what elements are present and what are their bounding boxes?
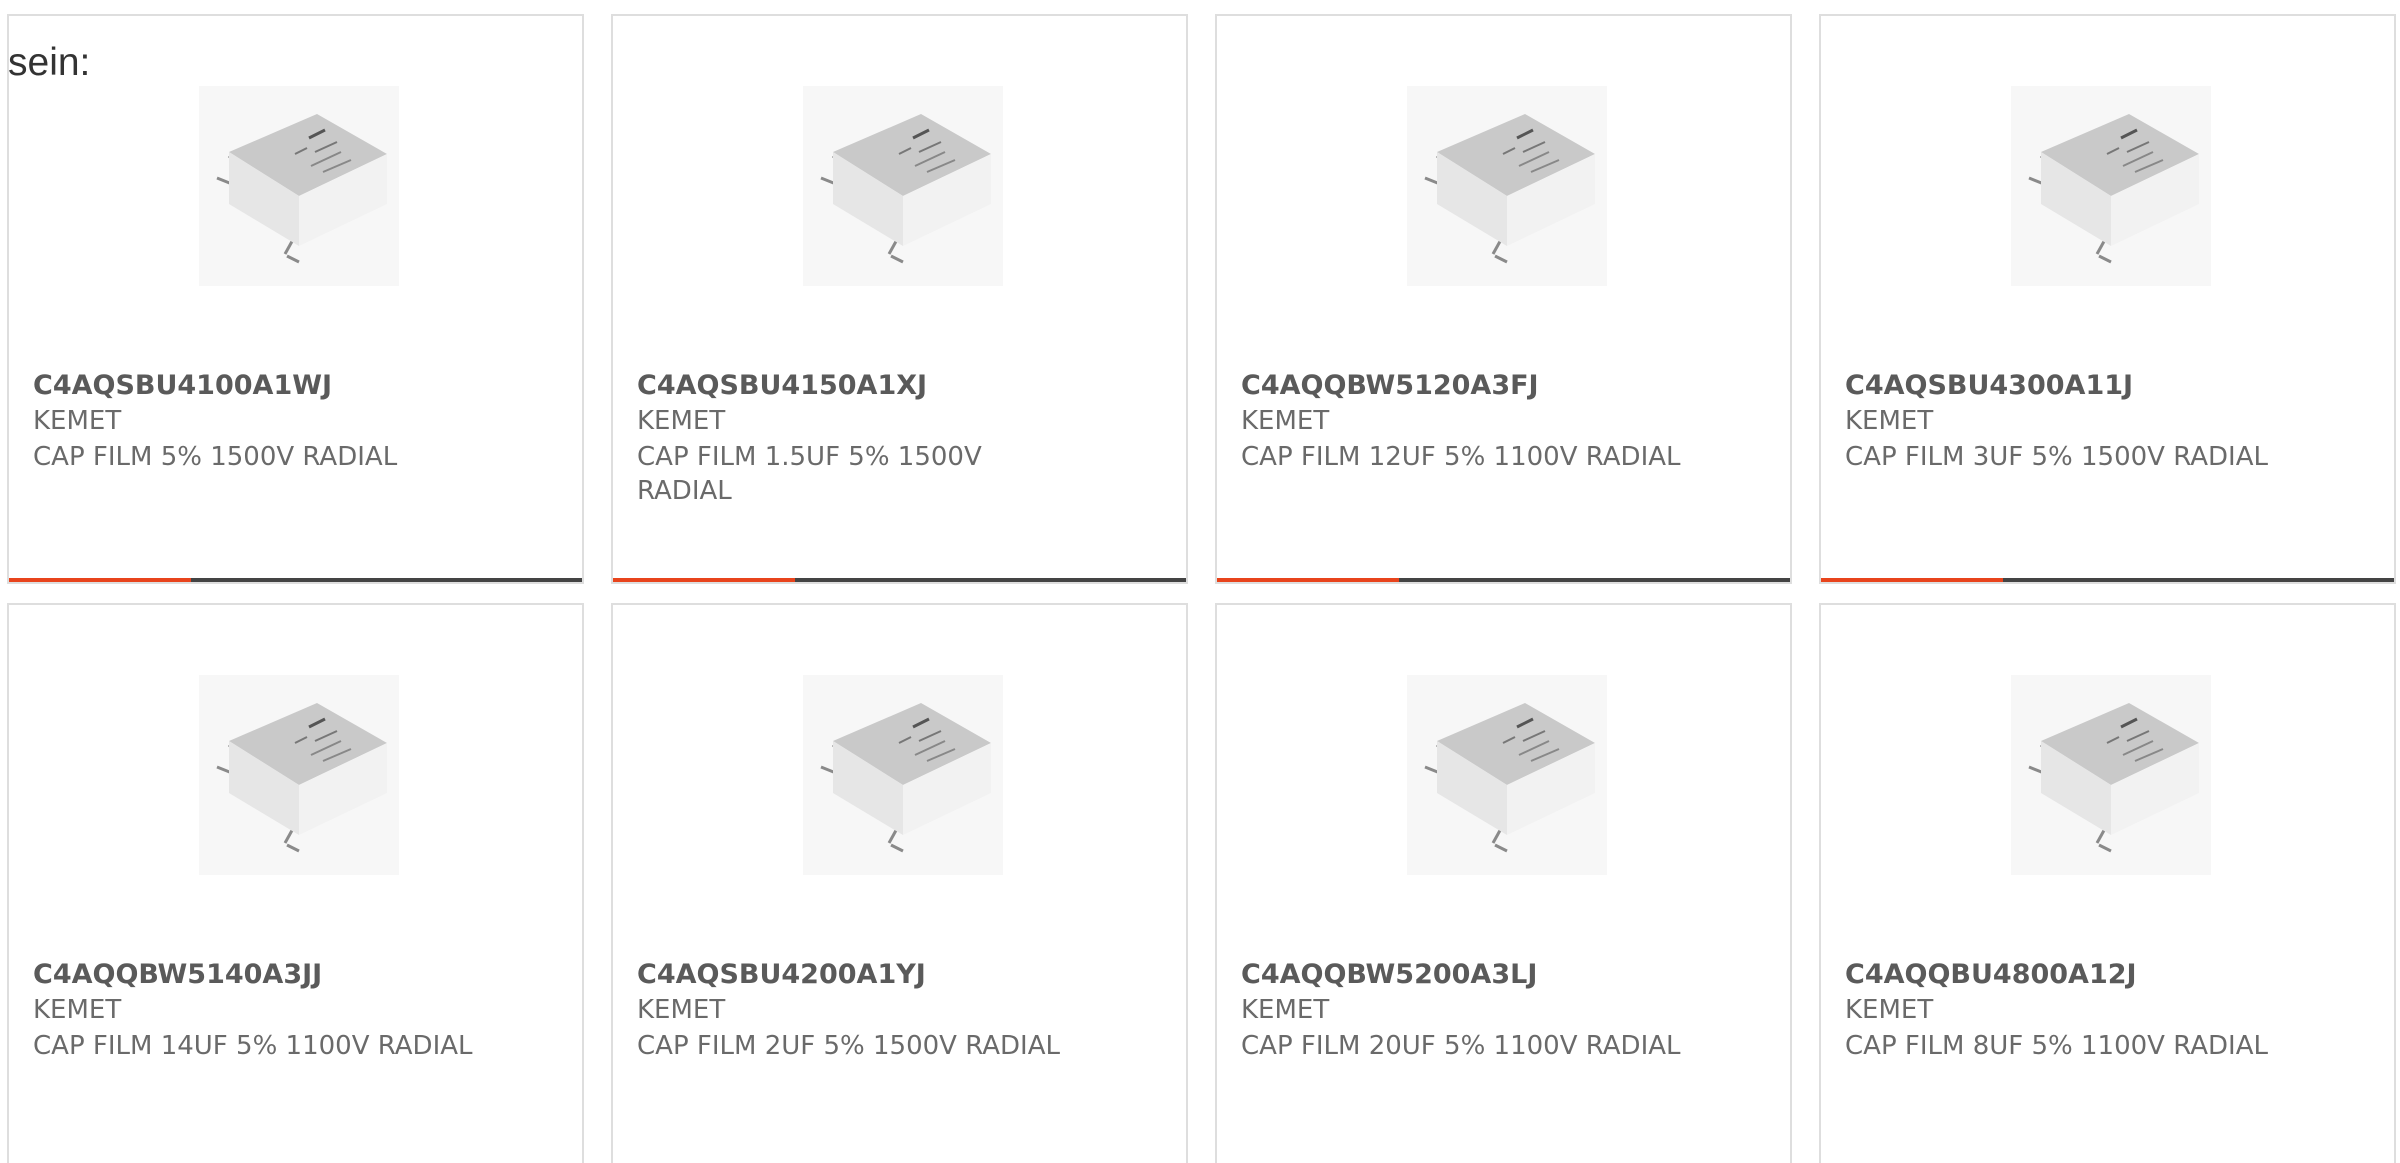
card-bottom-bar [1821, 578, 2394, 582]
manufacturer: KEMET [637, 406, 726, 436]
product-description: CAP FILM 14UF 5% 1100V RADIAL [33, 1031, 473, 1061]
product-description: CAP FILM 2UF 5% 1500V RADIAL [637, 1031, 1060, 1061]
product-card[interactable]: C4AQSBU4150A1XJ KEMET CAP FILM 1.5UF 5% … [611, 14, 1188, 584]
part-number[interactable]: C4AQQBW5200A3LJ [1241, 959, 1537, 990]
capacitor-image[interactable] [2011, 675, 2211, 875]
part-number[interactable]: C4AQSBU4200A1YJ [637, 959, 926, 990]
manufacturer: KEMET [1845, 406, 1934, 436]
part-number[interactable]: C4AQSBU4300A11J [1845, 370, 2133, 401]
manufacturer: KEMET [33, 406, 122, 436]
part-number[interactable]: C4AQQBU4800A12J [1845, 959, 2137, 990]
card-accent-bar [613, 578, 795, 582]
card-bottom-bar [613, 578, 1186, 582]
capacitor-image[interactable] [199, 86, 399, 286]
intro-text: sein: [8, 41, 91, 84]
product-description: CAP FILM 8UF 5% 1100V RADIAL [1845, 1031, 2268, 1061]
product-card[interactable]: C4AQQBW5200A3LJ KEMET CAP FILM 20UF 5% 1… [1215, 603, 1792, 1163]
part-number[interactable]: C4AQSBU4150A1XJ [637, 370, 927, 401]
capacitor-image[interactable] [803, 86, 1003, 286]
capacitor-image[interactable] [803, 675, 1003, 875]
product-card[interactable]: C4AQQBW5140A3JJ KEMET CAP FILM 14UF 5% 1… [7, 603, 584, 1163]
card-accent-bar [1217, 578, 1399, 582]
manufacturer: KEMET [33, 995, 122, 1025]
capacitor-image[interactable] [199, 675, 399, 875]
product-description: CAP FILM 5% 1500V RADIAL [33, 442, 398, 472]
product-card[interactable]: C4AQSBU4100A1WJ KEMET CAP FILM 5% 1500V … [7, 14, 584, 584]
product-card[interactable]: C4AQQBU4800A12J KEMET CAP FILM 8UF 5% 11… [1819, 603, 2396, 1163]
part-number[interactable]: C4AQQBW5140A3JJ [33, 959, 322, 990]
product-card[interactable]: C4AQSBU4300A11J KEMET CAP FILM 3UF 5% 15… [1819, 14, 2396, 584]
manufacturer: KEMET [1241, 995, 1330, 1025]
product-grid-page: sein: C4AQSBU4100A1WJ KEMET CAP FILM 5% … [0, 0, 2400, 1163]
manufacturer: KEMET [637, 995, 726, 1025]
card-accent-bar [9, 578, 191, 582]
capacitor-image[interactable] [1407, 86, 1607, 286]
product-description: CAP FILM 12UF 5% 1100V RADIAL [1241, 442, 1681, 472]
part-number[interactable]: C4AQSBU4100A1WJ [33, 370, 332, 401]
part-number[interactable]: C4AQQBW5120A3FJ [1241, 370, 1539, 401]
product-card[interactable]: C4AQSBU4200A1YJ KEMET CAP FILM 2UF 5% 15… [611, 603, 1188, 1163]
card-bottom-bar [9, 578, 582, 582]
capacitor-image[interactable] [2011, 86, 2211, 286]
manufacturer: KEMET [1845, 995, 1934, 1025]
card-bottom-bar [1217, 578, 1790, 582]
product-description: CAP FILM 3UF 5% 1500V RADIAL [1845, 442, 2268, 472]
product-card[interactable]: C4AQQBW5120A3FJ KEMET CAP FILM 12UF 5% 1… [1215, 14, 1792, 584]
capacitor-image[interactable] [1407, 675, 1607, 875]
manufacturer: KEMET [1241, 406, 1330, 436]
card-accent-bar [1821, 578, 2003, 582]
product-description: CAP FILM 1.5UF 5% 1500V RADIAL [637, 442, 982, 506]
product-description: CAP FILM 20UF 5% 1100V RADIAL [1241, 1031, 1681, 1061]
